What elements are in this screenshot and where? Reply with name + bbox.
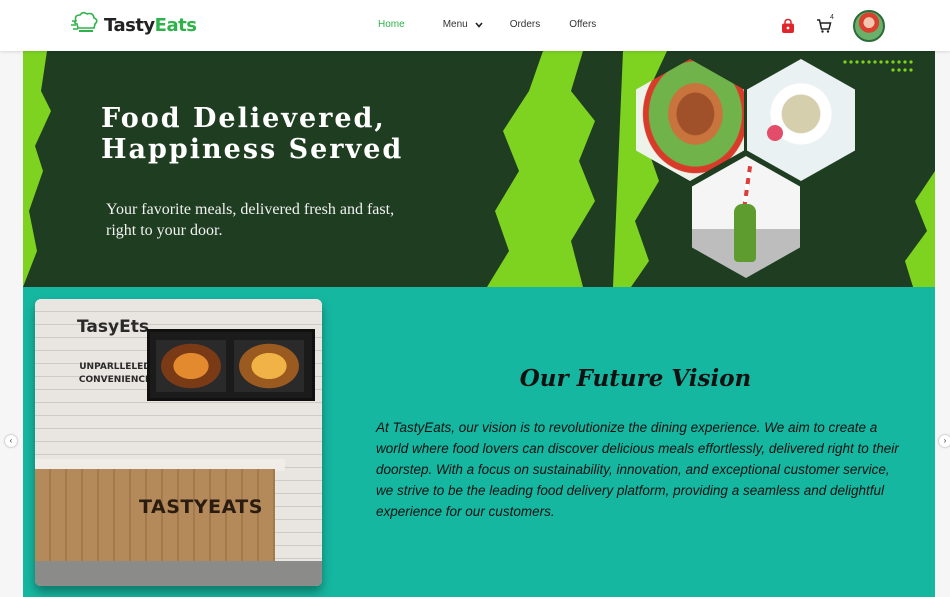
top-navbar: TastyEats Home Menu Orders Offers 4 — [0, 0, 950, 51]
nav-orders[interactable]: Orders — [510, 17, 541, 33]
carousel-next-button[interactable]: › — [939, 435, 950, 447]
nav-offers[interactable]: Offers — [569, 17, 596, 33]
hero-subtitle: Your favorite meals, delivered fresh and… — [106, 201, 395, 239]
user-avatar[interactable] — [853, 10, 885, 42]
hero-title-line1: Food Delievered, — [101, 103, 386, 134]
wall-sign-tagline: UNPARLLELED CONVENIENCE — [78, 362, 152, 385]
decorative-dots — [843, 60, 913, 72]
nav-home[interactable]: Home — [378, 17, 405, 33]
hero-banner: Food Delievered, Happiness Served Your f… — [23, 51, 935, 287]
hero-title-line2: Happiness Served — [101, 134, 404, 165]
chef-hat-icon — [71, 11, 98, 32]
counter-brand: TASTYEATS — [139, 496, 263, 518]
radish-slice — [767, 125, 783, 141]
brand-name-dark: Tasty — [104, 14, 155, 36]
nav-menu[interactable]: Menu — [443, 17, 484, 33]
menu-screen — [147, 329, 315, 401]
page: TastyEats Home Menu Orders Offers 4 Food… — [0, 0, 950, 597]
cart-count-badge: 4 — [830, 14, 834, 21]
main-nav: Home Menu Orders Offers — [378, 17, 596, 33]
shopping-bag-icon[interactable] — [780, 18, 796, 34]
hero-title: Food Delievered, Happiness Served — [101, 103, 481, 165]
vision-section: TasyEts UNPARLLELED CONVENIENCE TASTYEAT… — [23, 287, 935, 597]
chevron-down-icon — [475, 22, 483, 28]
brand-name-green: Eats — [154, 14, 197, 36]
vision-text: At TastyEats, our vision is to revolutio… — [376, 420, 899, 519]
restaurant-image: TasyEts UNPARLLELED CONVENIENCE TASTYEAT… — [35, 299, 322, 586]
brand-name: TastyEats — [104, 14, 197, 36]
nav-menu-label: Menu — [442, 19, 468, 30]
carousel-prev-button[interactable]: ‹ — [5, 435, 17, 447]
wall-sign-brand: TasyEts — [77, 317, 149, 337]
floor — [35, 561, 322, 586]
brand-logo[interactable]: TastyEats — [70, 11, 197, 39]
vision-title: Our Future Vision — [519, 365, 752, 392]
smoothie-bottle — [734, 204, 756, 262]
